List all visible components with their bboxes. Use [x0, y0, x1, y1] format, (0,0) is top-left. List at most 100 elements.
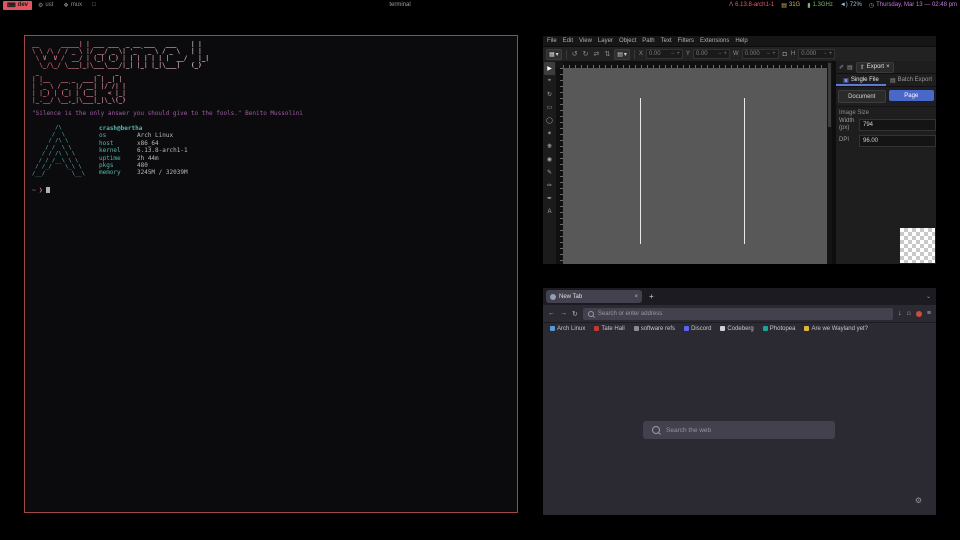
bookmark-are-we-wayland-yet[interactable]: Are we Wayland yet?	[804, 326, 867, 332]
menu-button[interactable]: ≡	[927, 310, 931, 317]
lock-ratio-icon[interactable]: ◘	[782, 51, 788, 58]
tool-shape-builder[interactable]: ↻	[544, 88, 555, 101]
menu-file[interactable]: File	[547, 38, 557, 44]
menu-help[interactable]: Help	[735, 38, 747, 44]
volume-module: ◄) 72%	[840, 2, 862, 8]
increment-button[interactable]: +	[829, 51, 833, 57]
decrement-button[interactable]: −	[718, 51, 722, 57]
fetch-output: /\ / \ / /\ \ / / \ \ / / /\ \ \ / / /__…	[32, 125, 510, 177]
tool-text[interactable]: A	[544, 205, 555, 218]
tab-bar: New Tab × + ⌄	[543, 288, 936, 305]
url-placeholder: Search or enter address	[598, 311, 662, 317]
tool-node-editor[interactable]: ⌖	[544, 75, 555, 88]
menu-filters[interactable]: Filters	[678, 38, 694, 44]
home-button[interactable]: ⌂	[907, 310, 911, 317]
list-tabs-chevron-icon[interactable]: ⌄	[926, 293, 931, 300]
tool-selector[interactable]: ▶	[544, 62, 555, 75]
extension-button[interactable]	[916, 311, 922, 317]
terminal-window[interactable]: __ _____| | ___ ___ _ __ ___ ___ | | \ \…	[24, 35, 518, 513]
menu-path[interactable]: Path	[642, 38, 654, 44]
personalize-gear-icon[interactable]: ⚙	[915, 496, 922, 505]
menu-layer[interactable]: Layer	[598, 38, 613, 44]
y-label: Y	[686, 51, 690, 57]
pen-panel-icon[interactable]: ✐	[839, 64, 844, 71]
layers-panel-icon[interactable]: ▤	[847, 64, 853, 71]
inkscape-menubar: File Edit View Layer Object Path Text Fi…	[543, 36, 936, 46]
cpu-value: 1.3GHz	[813, 2, 833, 8]
y-coordinate-spinner[interactable]: 0.00 − +	[693, 49, 730, 59]
navigation-bar: ← → ↻ Search or enter address ↓ ⌂ ≡	[543, 305, 936, 322]
reload-button[interactable]: ↻	[572, 310, 578, 318]
menu-view[interactable]: View	[579, 38, 592, 44]
bookmark-folder-software-refs[interactable]: software refs	[634, 326, 675, 332]
shell-prompt[interactable]: ~❯	[32, 186, 510, 194]
tool-rectangle[interactable]: ▭	[544, 101, 555, 114]
diamond-workspace-icon: ❖	[63, 2, 68, 9]
tool-ellipse[interactable]: ◯	[544, 114, 555, 127]
menu-extensions[interactable]: Extensions	[700, 38, 729, 44]
increment-button[interactable]: +	[723, 51, 727, 57]
drawing-canvas[interactable]	[563, 68, 827, 264]
decrement-button[interactable]: −	[823, 51, 827, 57]
chevron-down-icon: ▾	[624, 51, 627, 58]
workspace-dev[interactable]: ⌨ dev	[3, 1, 32, 10]
tool-3d-box[interactable]: ❋	[544, 140, 555, 153]
bookmark-tate-hall[interactable]: Tate Hall	[594, 326, 624, 332]
active-tab[interactable]: New Tab ×	[546, 290, 642, 303]
bookmark-arch-linux[interactable]: Arch Linux	[550, 326, 585, 332]
flip-horizontal-button[interactable]: ⇄	[592, 50, 600, 58]
tool-bezier-pen[interactable]: ✑	[544, 179, 555, 192]
export-width-input[interactable]: 794	[859, 119, 936, 131]
new-tab-button[interactable]: +	[649, 292, 654, 301]
bookmark-discord[interactable]: Discord	[684, 326, 711, 332]
close-icon[interactable]: ×	[886, 64, 890, 70]
close-tab-icon[interactable]: ×	[634, 294, 638, 300]
downloads-button[interactable]: ↓	[898, 310, 902, 317]
tool-pencil[interactable]: ✎	[544, 166, 555, 179]
x-coordinate-spinner[interactable]: 0.00 − +	[646, 49, 683, 59]
bookmark-photopea[interactable]: Photopea	[763, 326, 796, 332]
selection-mode-dropdown[interactable]: ▦ ▾	[546, 49, 562, 60]
workspace-4[interactable]: □	[88, 1, 102, 9]
rotate-cw-button[interactable]: ↻	[582, 50, 590, 58]
forward-button[interactable]: →	[560, 310, 567, 317]
workspace-ust[interactable]: ⚙ ust	[34, 1, 57, 10]
tool-calligraphy[interactable]: ✒	[544, 192, 555, 205]
increment-button[interactable]: +	[676, 51, 680, 57]
menu-edit[interactable]: Edit	[563, 38, 573, 44]
terminal-cursor	[46, 187, 50, 193]
web-search-input[interactable]: Search the web	[643, 421, 835, 439]
tab-single-file[interactable]: ▣ Single File	[836, 74, 886, 86]
flip-vertical-button[interactable]: ⇅	[603, 50, 611, 58]
width-spinner[interactable]: 0.000 − +	[742, 49, 779, 59]
scrollbar-thumb[interactable]	[828, 63, 831, 127]
export-dpi-input[interactable]: 96.00	[859, 135, 936, 147]
horizontal-ruler[interactable]	[563, 61, 827, 68]
rotate-ccw-button[interactable]: ↺	[571, 50, 579, 58]
align-dropdown[interactable]: ▤ ▾	[614, 49, 630, 60]
decrement-button[interactable]: −	[671, 51, 675, 57]
dock-header: ✐ ▤ ⇧ Export ×	[836, 61, 936, 74]
arch-ascii-logo: /\ / \ / /\ \ / / \ \ / / /\ \ \ / / /__…	[32, 125, 85, 177]
tool-star[interactable]: ✶	[544, 127, 555, 140]
bookmark-codeberg[interactable]: Codeberg	[720, 326, 753, 332]
canvas-scrollbar[interactable]	[827, 61, 832, 264]
terminal-workspace-icon: ⌨	[7, 2, 16, 9]
height-spinner[interactable]: 0.000 − +	[798, 49, 835, 59]
back-button[interactable]: ←	[548, 310, 555, 317]
tool-spiral[interactable]: ◉	[544, 153, 555, 166]
export-panel-tab[interactable]: ⇧ Export ×	[856, 62, 894, 73]
increment-button[interactable]: +	[772, 51, 776, 57]
x-label: X	[639, 51, 643, 57]
page-button[interactable]: Page	[889, 90, 935, 101]
single-file-icon: ▣	[843, 77, 849, 84]
document-button[interactable]: Document	[838, 90, 886, 103]
vertical-ruler[interactable]	[556, 68, 563, 264]
globe-favicon-icon	[550, 294, 556, 300]
workspace-mux[interactable]: ❖ mux	[59, 1, 86, 10]
url-bar[interactable]: Search or enter address	[583, 308, 893, 320]
decrement-button[interactable]: −	[767, 51, 771, 57]
menu-object[interactable]: Object	[619, 38, 636, 44]
tab-batch-export[interactable]: ▤ Batch Export	[886, 74, 936, 86]
menu-text[interactable]: Text	[661, 38, 672, 44]
